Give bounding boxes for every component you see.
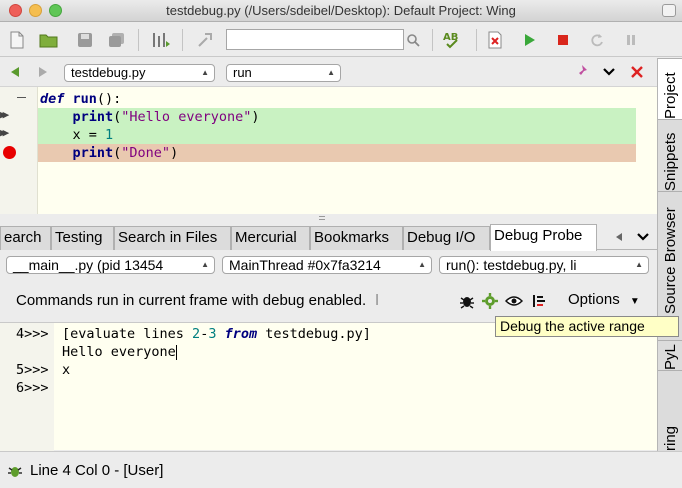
- debug-status-bug-icon[interactable]: [4, 460, 26, 482]
- zoom-window-button[interactable]: [49, 4, 62, 17]
- toolbar-search-input[interactable]: [226, 29, 404, 50]
- console-prompt: 5>>>: [16, 362, 49, 378]
- vtab-pylint[interactable]: PyL: [658, 340, 682, 370]
- console-prompt: 4>>>: [16, 326, 49, 342]
- debug-range-icon[interactable]: [528, 290, 550, 312]
- back-arrow-icon[interactable]: [4, 61, 26, 83]
- process-dropdown[interactable]: __main__.py (pid 13454 ▲: [6, 256, 215, 274]
- file-dropdown[interactable]: testdebug.py ▲: [64, 64, 215, 82]
- code-editor[interactable]: ▶▶ ▶▶ def run(): print("Hello everyone")…: [0, 86, 657, 215]
- forward-arrow-icon[interactable]: [32, 61, 54, 83]
- search-icon[interactable]: [402, 29, 424, 51]
- stop-icon[interactable]: [552, 29, 574, 51]
- console-prompt: 6>>>: [16, 380, 49, 396]
- debug-continue-icon[interactable]: [518, 29, 540, 51]
- console-command: [evaluate lines 2-3 from testdebug.py]: [62, 326, 371, 342]
- updown-arrow-icon: ▲: [635, 260, 643, 269]
- tab-debug-io[interactable]: Debug I/O: [403, 226, 490, 250]
- eye-icon[interactable]: [503, 290, 525, 312]
- vtab-snippets[interactable]: Snippets: [658, 119, 682, 191]
- editor-header: testdebug.py ▲ run ▲: [0, 58, 657, 86]
- thread-dropdown[interactable]: MainThread #0x7fa3214 ▲: [222, 256, 432, 274]
- tool-tab-row: earch Testing Search in Files Mercurial …: [0, 222, 657, 251]
- restart-icon[interactable]: [586, 29, 608, 51]
- status-position-text: Line 4 Col 0 - [User]: [30, 462, 164, 479]
- debug-probe-console[interactable]: 4>>> [evaluate lines 2-3 from testdebug.…: [0, 322, 657, 451]
- goto-definition-icon[interactable]: [194, 29, 216, 51]
- dropdown-arrow-icon: ▼: [629, 296, 640, 307]
- probe-info-text: Commands run in current frame with debug…: [16, 292, 379, 309]
- options-button[interactable]: Options ▼: [568, 291, 640, 308]
- panel-splitter[interactable]: [0, 214, 657, 222]
- right-tool-tabs: Project Snippets Source Browser PyL ring: [657, 58, 682, 451]
- status-bar: Line 4 Col 0 - [User]: [0, 451, 682, 488]
- vtab-source-browser[interactable]: Source Browser: [658, 191, 682, 314]
- tooltip: Debug the active range: [495, 316, 679, 337]
- updown-arrow-icon: ▲: [327, 68, 335, 77]
- close-window-button[interactable]: [9, 4, 22, 17]
- range-marker-icon: ▶▶: [0, 126, 9, 139]
- spellcheck-icon[interactable]: AB: [442, 29, 464, 51]
- stop-debug-file-icon[interactable]: [484, 29, 506, 51]
- close-editor-icon[interactable]: [626, 61, 648, 83]
- indent-icon[interactable]: [150, 29, 172, 51]
- tab-search[interactable]: earch: [0, 226, 51, 250]
- toolbar-toggle-button[interactable]: [662, 4, 676, 17]
- debug-bug-icon[interactable]: [456, 290, 478, 312]
- code-line: print("Hello everyone"): [38, 108, 636, 126]
- save-icon[interactable]: [74, 29, 96, 51]
- scope-dropdown[interactable]: run ▲: [226, 64, 341, 82]
- debug-probe-controls: __main__.py (pid 13454 ▲ MainThread #0x7…: [0, 251, 657, 321]
- tab-options-chevron-icon[interactable]: [632, 226, 654, 248]
- pin-icon[interactable]: [570, 61, 592, 83]
- breakpoint-icon[interactable]: [3, 146, 16, 159]
- tab-mercurial[interactable]: Mercurial: [231, 226, 310, 250]
- console-output: Hello everyone: [62, 344, 177, 360]
- tab-bookmarks[interactable]: Bookmarks: [310, 226, 403, 250]
- vtab-other[interactable]: ring: [658, 370, 682, 451]
- open-folder-icon[interactable]: [38, 29, 60, 51]
- gear-icon[interactable]: [479, 290, 501, 312]
- tab-testing[interactable]: Testing: [51, 226, 114, 250]
- updown-arrow-icon: ▲: [201, 68, 209, 77]
- frame-dropdown[interactable]: run(): testdebug.py, li ▲: [439, 256, 649, 274]
- pause-icon[interactable]: [620, 29, 642, 51]
- fold-collapse-icon[interactable]: [17, 97, 26, 98]
- main-toolbar: AB: [0, 23, 682, 57]
- tab-overflow-left-icon[interactable]: [608, 226, 630, 248]
- tab-debug-probe[interactable]: Debug Probe: [490, 224, 597, 251]
- code-line: def run():: [40, 91, 122, 107]
- save-all-icon[interactable]: [106, 29, 128, 51]
- minimize-window-button[interactable]: [29, 4, 42, 17]
- code-line: print("Done"): [38, 144, 636, 162]
- console-command: x: [62, 362, 71, 378]
- window-title: testdebug.py (/Users/sdeibel/Desktop): D…: [166, 3, 516, 18]
- new-file-icon[interactable]: [6, 29, 28, 51]
- editor-gutter[interactable]: ▶▶ ▶▶: [0, 87, 38, 215]
- code-line: x = 1: [38, 126, 636, 144]
- updown-arrow-icon: ▲: [418, 260, 426, 269]
- options-chevron-icon[interactable]: [598, 61, 620, 83]
- tab-search-in-files[interactable]: Search in Files: [114, 226, 231, 250]
- updown-arrow-icon: ▲: [201, 260, 209, 269]
- range-marker-icon: ▶▶: [0, 108, 9, 121]
- vtab-project[interactable]: Project: [658, 58, 682, 119]
- title-bar: testdebug.py (/Users/sdeibel/Desktop): D…: [0, 0, 682, 22]
